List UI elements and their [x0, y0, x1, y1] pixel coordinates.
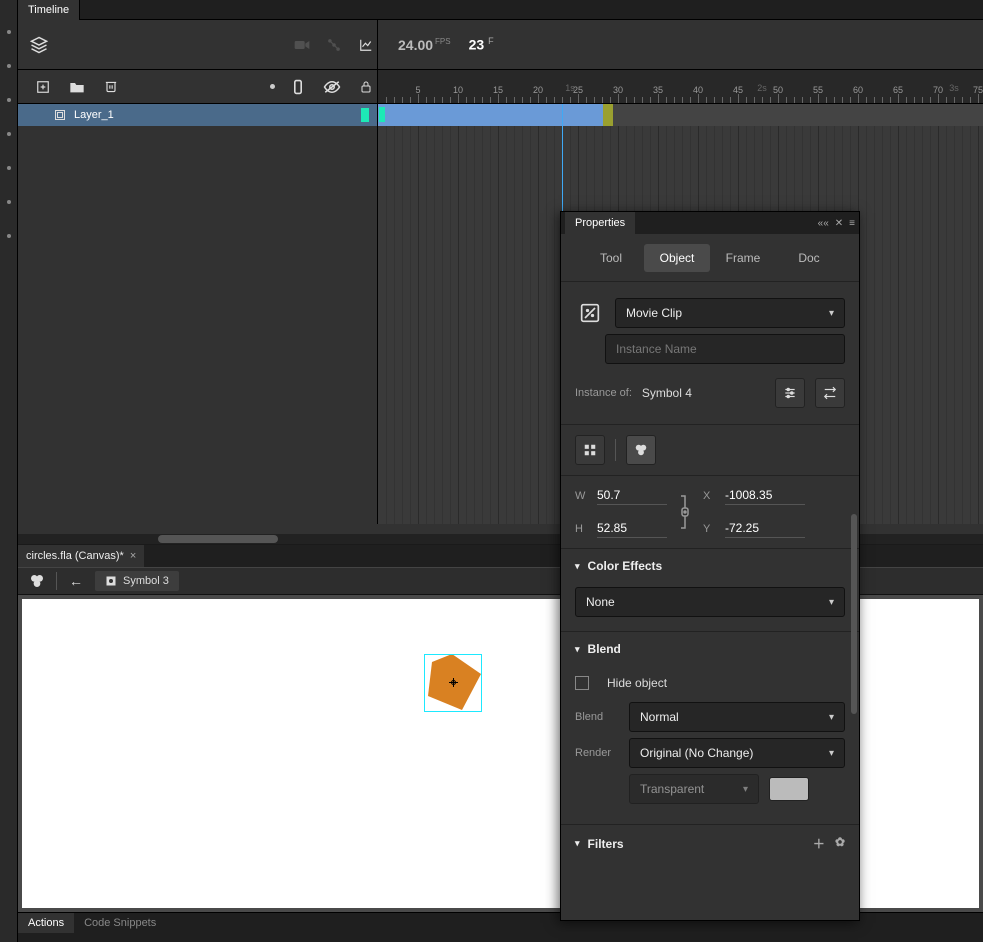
collapse-icon[interactable]: «« — [818, 218, 829, 229]
transparent-color-swatch — [769, 777, 809, 801]
timeline-tab-row: Timeline — [18, 0, 983, 20]
transparent-dropdown: Transparent▾ — [629, 774, 759, 804]
chevron-down-icon: ▾ — [829, 308, 834, 319]
hide-object-checkbox[interactable] — [575, 676, 589, 690]
height-label: H — [575, 523, 589, 535]
chevron-down-icon: ▾ — [829, 597, 834, 608]
timeline-tab[interactable]: Timeline — [18, 0, 80, 20]
layer-color-swatch[interactable] — [361, 108, 369, 122]
layer-icon — [54, 109, 66, 121]
layer-track[interactable] — [378, 104, 983, 126]
filters-header[interactable]: ▾ Filters ＋ ✿ — [561, 824, 859, 862]
chart-icon[interactable] — [355, 34, 377, 56]
instance-of-label: Instance of: — [575, 387, 632, 399]
close-icon[interactable]: × — [130, 545, 136, 567]
layers-icon[interactable] — [28, 34, 50, 56]
chevron-down-icon: ▾ — [829, 712, 834, 723]
tab-actions[interactable]: Actions — [18, 913, 74, 933]
registration-point-icon — [449, 678, 459, 688]
instance-options-button[interactable] — [775, 378, 805, 408]
width-input[interactable]: 50.7 — [597, 486, 667, 505]
x-label: X — [703, 490, 717, 502]
new-folder-button[interactable] — [66, 76, 88, 98]
render-label: Render — [575, 747, 619, 759]
edit-symbol-button[interactable] — [626, 435, 656, 465]
properties-panel: Properties «« ✕ ≡ Tool Object Frame Doc … — [560, 211, 860, 921]
outline-icon[interactable] — [287, 76, 309, 98]
layer-name[interactable]: Layer_1 — [74, 109, 114, 121]
properties-subtabs: Tool Object Frame Doc — [561, 234, 859, 282]
chevron-down-icon: ▾ — [575, 644, 580, 655]
tab-doc[interactable]: Doc — [776, 244, 842, 272]
timeline-ruler[interactable]: 510152025303540455055606570751s2s3s — [378, 70, 983, 103]
current-frame-display[interactable]: 23 F — [469, 36, 494, 53]
render-dropdown[interactable]: Original (No Change)▾ — [629, 738, 845, 768]
timeline-toolbar: 24.00FPS 23 F — [18, 20, 983, 70]
tab-code-snippets[interactable]: Code Snippets — [74, 913, 166, 933]
swap-symbol-button[interactable] — [815, 378, 845, 408]
graph-icon[interactable] — [323, 34, 345, 56]
blend-mode-dropdown[interactable]: Normal▾ — [629, 702, 845, 732]
new-layer-button[interactable] — [32, 76, 54, 98]
fps-display[interactable]: 24.00FPS — [398, 37, 451, 53]
properties-scrollbar[interactable] — [851, 514, 857, 714]
delete-layer-button[interactable] — [100, 76, 122, 98]
width-label: W — [575, 490, 589, 502]
panel-menu-icon[interactable]: ≡ — [849, 218, 855, 229]
scene-icon[interactable] — [26, 570, 48, 592]
y-label: Y — [703, 523, 717, 535]
hide-object-label: Hide object — [607, 676, 667, 690]
color-effects-header[interactable]: ▾ Color Effects — [561, 548, 859, 583]
document-tab-title: circles.fla (Canvas)* — [26, 545, 124, 567]
break-apart-button[interactable] — [575, 435, 605, 465]
close-icon[interactable]: ✕ — [835, 218, 843, 229]
chevron-down-icon: ▾ — [743, 784, 748, 795]
color-effect-dropdown[interactable]: None▾ — [575, 587, 845, 617]
symbol-icon — [105, 575, 117, 587]
transform-section: W 50.7 X -1008.35 H 52.85 Y -72.25 — [561, 476, 859, 548]
left-toolstrip — [0, 0, 18, 942]
blend-label: Blend — [575, 711, 619, 723]
lock-icon[interactable] — [355, 76, 377, 98]
instance-name-input[interactable] — [605, 334, 845, 364]
breadcrumb-label: Symbol 3 — [123, 575, 169, 587]
height-input[interactable]: 52.85 — [597, 519, 667, 538]
chevron-down-icon: ▾ — [575, 838, 580, 849]
tab-tool[interactable]: Tool — [578, 244, 644, 272]
chevron-down-icon: ▾ — [575, 561, 580, 572]
highlight-dot-icon[interactable] — [270, 84, 275, 89]
y-input[interactable]: -72.25 — [725, 519, 805, 538]
filter-options-button[interactable]: ✿ — [835, 835, 845, 852]
document-tab[interactable]: circles.fla (Canvas)* × — [18, 545, 144, 567]
layer-list: Layer_1 — [18, 104, 378, 524]
chevron-down-icon: ▾ — [829, 748, 834, 759]
camera-icon[interactable] — [291, 34, 313, 56]
properties-tab[interactable]: Properties — [565, 212, 635, 234]
instance-type-dropdown[interactable]: Movie Clip▾ — [615, 298, 845, 328]
visibility-icon[interactable] — [321, 76, 343, 98]
blend-header[interactable]: ▾ Blend — [561, 631, 859, 666]
movieclip-icon — [575, 298, 605, 328]
add-filter-button[interactable]: ＋ — [813, 835, 825, 852]
link-wh-icon[interactable] — [675, 494, 695, 530]
breadcrumb-symbol[interactable]: Symbol 3 — [95, 571, 179, 591]
x-input[interactable]: -1008.35 — [725, 486, 805, 505]
instance-of-value[interactable]: Symbol 4 — [642, 386, 692, 400]
layer-row[interactable]: Layer_1 — [18, 104, 377, 126]
tab-object[interactable]: Object — [644, 244, 710, 272]
back-button[interactable]: ← — [65, 570, 87, 592]
tab-frame[interactable]: Frame — [710, 244, 776, 272]
